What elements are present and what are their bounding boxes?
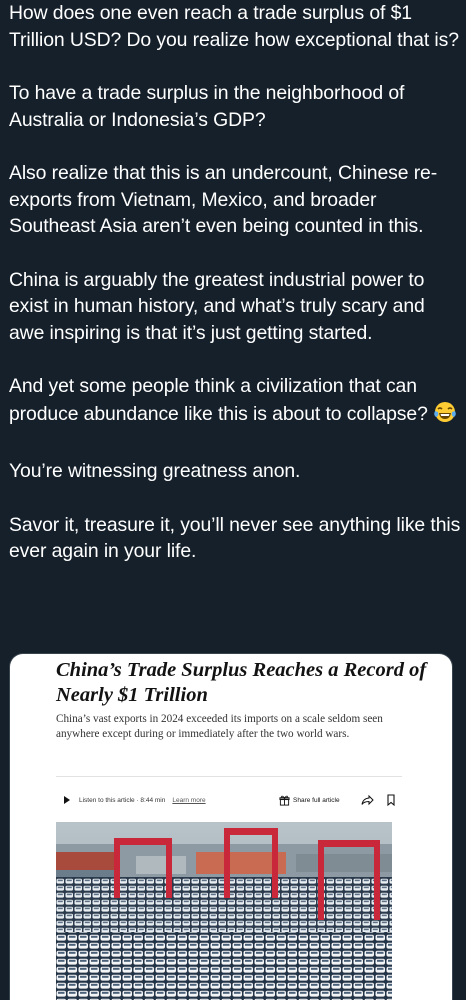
article-headline[interactable]: China’s Trade Surplus Reaches a Record o… bbox=[56, 658, 436, 708]
divider bbox=[56, 776, 402, 777]
post-paragraph-3: Also realize that this is an undercount,… bbox=[9, 162, 443, 237]
listen-button[interactable]: Listen to this article · 8:44 min Learn … bbox=[56, 792, 206, 808]
port-with-cars-photo[interactable] bbox=[56, 822, 392, 1000]
post-paragraph-4: China is arguably the greatest industria… bbox=[9, 268, 430, 344]
share-full-article-button[interactable]: Share full article bbox=[279, 792, 340, 808]
post-paragraph-5: And yet some people think a civilization… bbox=[9, 373, 461, 431]
article-card[interactable]: China’s Trade Surplus Reaches a Record o… bbox=[9, 653, 453, 1000]
post-paragraph-7: Savor it, treasure it, you’ll never see … bbox=[9, 513, 466, 563]
post-paragraph-5-text: And yet some people think a civilization… bbox=[9, 375, 428, 425]
bookmark-icon[interactable] bbox=[384, 793, 398, 807]
post-paragraph-2: To have a trade surplus in the neighborh… bbox=[9, 82, 409, 131]
listen-label: Listen to this article · 8:44 min bbox=[79, 796, 166, 804]
tears-of-joy-emoji bbox=[433, 400, 457, 432]
post-paragraph-1: How does one even reach a trade surplus … bbox=[9, 2, 459, 51]
article-summary: China’s vast exports in 2024 exceeded it… bbox=[56, 713, 383, 741]
play-icon bbox=[64, 796, 70, 804]
share-label: Share full article bbox=[293, 796, 340, 804]
gift-icon bbox=[279, 795, 290, 806]
share-arrow-icon[interactable] bbox=[361, 793, 375, 807]
article-toolbar: Listen to this article · 8:44 min Learn … bbox=[56, 792, 402, 808]
post-body: How does one even reach a trade surplus … bbox=[9, 0, 461, 592]
learn-more-link[interactable]: Learn more bbox=[172, 797, 205, 804]
post-paragraph-6: You’re witnessing greatness anon. bbox=[9, 460, 301, 482]
